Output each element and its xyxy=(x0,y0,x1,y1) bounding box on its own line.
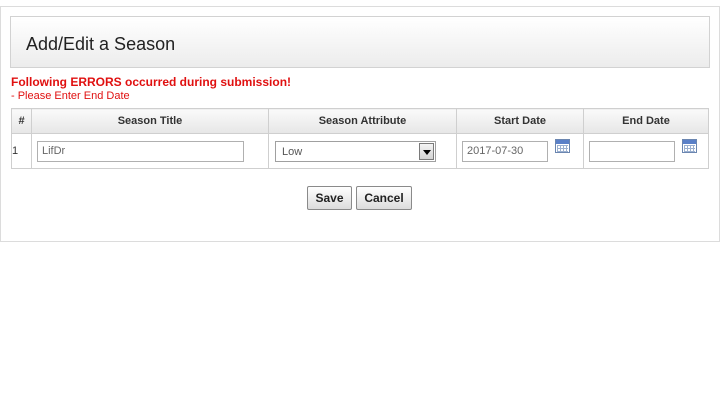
end-date-input[interactable] xyxy=(589,140,675,162)
season-title-cell xyxy=(31,133,269,169)
page-title: Add/Edit a Season xyxy=(26,34,176,54)
column-header-number: # xyxy=(11,108,32,134)
table-header-row: # Season Title Season Attribute Start Da… xyxy=(11,108,709,134)
season-attribute-cell: Low xyxy=(268,133,457,169)
save-button[interactable]: Save xyxy=(307,186,352,210)
column-header-season-title: Season Title xyxy=(31,108,269,134)
column-header-start-date: Start Date xyxy=(456,108,584,134)
end-date-cell xyxy=(583,133,709,169)
table-row: 1 Low xyxy=(11,133,709,169)
season-title-input[interactable] xyxy=(37,140,244,162)
calendar-icon[interactable] xyxy=(555,138,571,153)
start-date-cell xyxy=(456,133,584,169)
calendar-icon[interactable] xyxy=(682,138,698,153)
season-table: # Season Title Season Attribute Start Da… xyxy=(11,108,709,169)
season-attribute-select[interactable]: Low xyxy=(275,140,436,162)
column-header-end-date: End Date xyxy=(583,108,709,134)
column-header-season-attribute: Season Attribute xyxy=(268,108,457,134)
row-number: 1 xyxy=(11,133,32,169)
cancel-button[interactable]: Cancel xyxy=(356,186,412,210)
page-header: Add/Edit a Season xyxy=(10,16,710,68)
error-summary: Following ERRORS occurred during submiss… xyxy=(11,75,292,89)
start-date-input[interactable] xyxy=(462,140,548,162)
season-attribute-value: Low xyxy=(282,145,303,158)
error-message: - Please Enter End Date xyxy=(11,90,130,102)
chevron-down-icon[interactable] xyxy=(419,142,434,160)
